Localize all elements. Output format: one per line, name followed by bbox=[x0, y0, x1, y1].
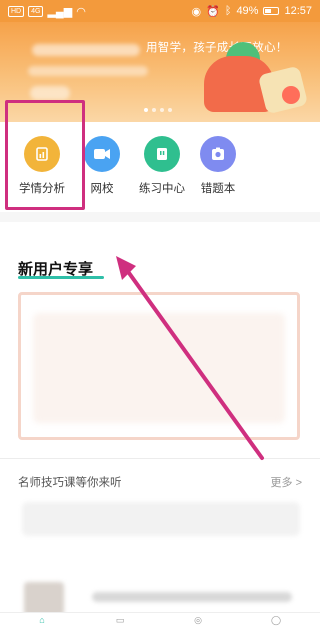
title-underline bbox=[18, 276, 104, 279]
bottom-nav: ⌂ ▭ ◎ ◯ bbox=[0, 612, 320, 626]
eye-icon: ◉ bbox=[191, 5, 202, 18]
camera-book-icon bbox=[200, 136, 236, 172]
banner-slogan: 用智学，孩子成长更放心！ bbox=[146, 42, 288, 54]
courses-title: 名师技巧课等你来听 bbox=[18, 477, 122, 489]
book-icon[interactable]: ▭ bbox=[112, 616, 128, 625]
banner-dot[interactable] bbox=[144, 108, 148, 112]
banner-blurred-button bbox=[30, 86, 70, 100]
course-item-text bbox=[92, 592, 292, 602]
practice-icon bbox=[144, 136, 180, 172]
quick-item-label: 网校 bbox=[90, 183, 114, 195]
banner-illustration bbox=[282, 86, 300, 104]
banner-dot[interactable] bbox=[160, 108, 164, 112]
divider bbox=[0, 212, 320, 222]
battery-icon bbox=[263, 7, 280, 15]
banner-blurred-text bbox=[32, 44, 140, 56]
status-bar: HD 4G ▂▄▆ ◠ ◉ ⏰ ᛒ 49% 12:57 bbox=[0, 0, 320, 22]
quick-item-practice-center[interactable]: 练习中心 bbox=[130, 136, 194, 196]
video-camera-icon bbox=[84, 136, 120, 172]
discover-icon[interactable]: ◎ bbox=[190, 616, 206, 625]
bluetooth-icon: ᛒ bbox=[224, 5, 232, 17]
promo-card-content bbox=[33, 313, 285, 423]
wifi-icon: ◠ bbox=[76, 5, 86, 18]
battery-percent: 49% bbox=[236, 5, 259, 17]
banner-blurred-text bbox=[28, 66, 148, 76]
alarm-icon: ⏰ bbox=[206, 5, 220, 18]
banner-dot[interactable] bbox=[152, 108, 156, 112]
status-left: HD 4G ▂▄▆ ◠ bbox=[8, 5, 86, 18]
list-item[interactable] bbox=[18, 582, 300, 616]
profile-icon[interactable]: ◯ bbox=[268, 616, 284, 625]
quick-item-label: 错题本 bbox=[200, 183, 236, 195]
annotation-highlight-box bbox=[5, 100, 85, 210]
network-indicator: 4G bbox=[28, 5, 44, 17]
signal-icon: ▂▄▆ bbox=[47, 5, 73, 18]
clock: 12:57 bbox=[284, 5, 312, 17]
banner-pagination bbox=[144, 108, 172, 112]
banner-dot[interactable] bbox=[168, 108, 172, 112]
hd-indicator: HD bbox=[8, 5, 25, 17]
home-icon[interactable]: ⌂ bbox=[34, 616, 50, 625]
arrow-head bbox=[116, 256, 136, 280]
quick-item-wrong-questions[interactable]: 错题本 bbox=[186, 136, 250, 196]
more-link[interactable]: 更多 > bbox=[271, 474, 302, 490]
avatar bbox=[24, 582, 64, 616]
quick-item-label: 练习中心 bbox=[139, 183, 185, 195]
course-carousel[interactable] bbox=[22, 502, 300, 536]
new-user-promo-card[interactable] bbox=[18, 292, 300, 440]
status-right: ◉ ⏰ ᛒ 49% 12:57 bbox=[192, 5, 312, 18]
divider bbox=[0, 458, 320, 459]
